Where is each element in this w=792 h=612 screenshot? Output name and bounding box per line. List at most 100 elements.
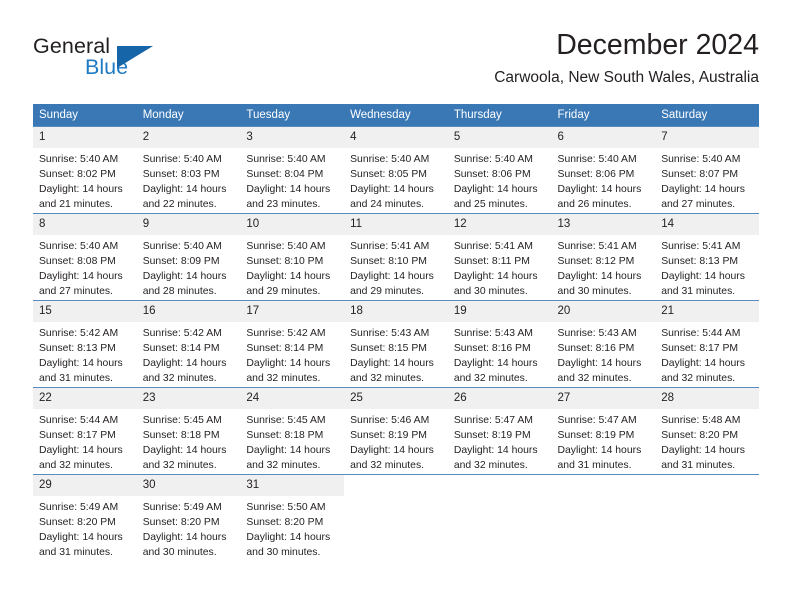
sunset-text: Sunset: 8:08 PM: [39, 256, 116, 268]
daylight-text-line1: Daylight: 14 hours: [39, 358, 123, 370]
day-number: 24: [240, 388, 345, 409]
daylight-text-line2: and 32 minutes.: [39, 460, 113, 472]
calendar-day-cell[interactable]: 6 Sunrise: 5:40 AM Sunset: 8:06 PM Daylight…: [551, 126, 656, 214]
daylight-text-line1: Daylight: 14 hours: [557, 271, 642, 283]
sunset-text: Sunset: 8:11 PM: [453, 256, 530, 268]
daylight-text-line2: and 31 minutes.: [39, 547, 113, 559]
calendar-day-cell[interactable]: 7 Sunrise: 5:40 AM Sunset: 8:07 PM Daylight…: [655, 126, 759, 214]
day-sun-info: Sunrise: 5:45 AM Sunset: 8:18 PM Daylight:…: [240, 409, 344, 473]
calendar-day-cell[interactable]: 30 Sunrise: 5:49 AM Sunset: 8:20 PM Dayligh…: [136, 474, 241, 561]
sunset-text: Sunset: 8:13 PM: [39, 343, 116, 355]
day-number: 11: [344, 214, 448, 235]
calendar-day-cell[interactable]: 11 Sunrise: 5:41 AM Sunset: 8:10 PM Dayligh…: [344, 213, 448, 301]
daylight-text-line1: Daylight: 14 hours: [142, 271, 227, 283]
day-number: 16: [136, 301, 241, 322]
day-sun-info: Sunrise: 5:46 AM Sunset: 8:19 PM Daylight:…: [344, 409, 448, 473]
daylight-text-line2: and 31 minutes.: [39, 373, 113, 385]
calendar-week-row: 29 Sunrise: 5:49 AM Sunset: 8:20 PM Dayligh…: [33, 474, 759, 561]
calendar-day-cell[interactable]: 29 Sunrise: 5:49 AM Sunset: 8:20 PM Dayligh…: [33, 474, 137, 561]
daylight-text-line1: Daylight: 14 hours: [661, 184, 745, 196]
day-number: 21: [655, 301, 759, 322]
sunset-text: Sunset: 8:14 PM: [142, 343, 220, 355]
day-sun-info: Sunrise: 5:40 AM Sunset: 8:09 PM Daylight:…: [137, 235, 241, 299]
calendar-page: General Blue December 2024 Carwoola, New…: [0, 0, 792, 612]
weekday-header-monday: Monday: [136, 104, 241, 127]
sunrise-text: Sunrise: 5:43 AM: [453, 328, 533, 339]
calendar-day-cell[interactable]: 8 Sunrise: 5:40 AM Sunset: 8:08 PM Daylight…: [33, 213, 137, 301]
day-sun-info: Sunrise: 5:47 AM Sunset: 8:19 PM Daylight:…: [448, 409, 552, 473]
sunrise-text: Sunrise: 5:45 AM: [246, 415, 326, 426]
calendar-day-cell[interactable]: 22 Sunrise: 5:44 AM Sunset: 8:17 PM Dayligh…: [33, 387, 137, 475]
calendar-day-cell[interactable]: 19 Sunrise: 5:43 AM Sunset: 8:16 PM Dayligh…: [447, 300, 552, 388]
daylight-text-line2: and 26 minutes.: [557, 199, 632, 211]
calendar-day-cell[interactable]: 1 Sunrise: 5:40 AM Sunset: 8:02 PM Daylight…: [33, 126, 137, 214]
calendar-day-cell[interactable]: 4 Sunrise: 5:40 AM Sunset: 8:05 PM Daylight…: [344, 126, 448, 214]
day-number: 15: [33, 301, 137, 322]
calendar-day-cell[interactable]: 28 Sunrise: 5:48 AM Sunset: 8:20 PM Dayligh…: [655, 387, 759, 475]
day-number: [447, 475, 552, 496]
calendar-table: Sunday Monday Tuesday Wednesday Thursday…: [33, 104, 759, 561]
title-block: December 2024 Carwoola, New South Wales,…: [494, 28, 759, 89]
calendar-day-cell[interactable]: 17 Sunrise: 5:42 AM Sunset: 8:14 PM Dayligh…: [240, 300, 345, 388]
sunset-text: Sunset: 8:04 PM: [246, 169, 324, 181]
calendar-day-cell[interactable]: 9 Sunrise: 5:40 AM Sunset: 8:09 PM Daylight…: [136, 213, 241, 301]
day-number: 2: [136, 127, 241, 148]
calendar-day-cell[interactable]: 3 Sunrise: 5:40 AM Sunset: 8:04 PM Daylight…: [240, 126, 345, 214]
day-number: 10: [240, 214, 345, 235]
day-number: 17: [240, 301, 345, 322]
daylight-text-line2: and 21 minutes.: [39, 199, 113, 211]
sunset-text: Sunset: 8:09 PM: [142, 256, 220, 268]
day-sun-info: Sunrise: 5:43 AM Sunset: 8:15 PM Daylight:…: [344, 322, 448, 386]
sunrise-text: Sunrise: 5:50 AM: [246, 502, 326, 513]
calendar-day-cell[interactable]: 2 Sunrise: 5:40 AM Sunset: 8:03 PM Daylight…: [136, 126, 241, 214]
calendar-day-cell[interactable]: 27 Sunrise: 5:47 AM Sunset: 8:19 PM Dayligh…: [551, 387, 656, 475]
calendar-day-cell[interactable]: 13 Sunrise: 5:41 AM Sunset: 8:12 PM Dayligh…: [551, 213, 656, 301]
calendar-day-cell[interactable]: 15 Sunrise: 5:42 AM Sunset: 8:13 PM Dayligh…: [33, 300, 137, 388]
calendar-day-cell-empty: [447, 474, 552, 561]
daylight-text-line2: and 32 minutes.: [246, 373, 321, 385]
sunrise-text: Sunrise: 5:44 AM: [661, 328, 741, 339]
day-sun-info: Sunrise: 5:40 AM Sunset: 8:07 PM Daylight:…: [655, 148, 759, 212]
day-sun-info: Sunrise: 5:40 AM Sunset: 8:10 PM Daylight:…: [240, 235, 344, 299]
day-sun-info: Sunrise: 5:42 AM Sunset: 8:14 PM Daylight:…: [137, 322, 241, 386]
day-sun-info: Sunrise: 5:40 AM Sunset: 8:08 PM Daylight:…: [33, 235, 137, 299]
daylight-text-line2: and 32 minutes.: [350, 460, 425, 472]
sunset-text: Sunset: 8:18 PM: [142, 430, 220, 442]
logo-text-blue: Blue: [85, 55, 129, 79]
calendar-day-cell[interactable]: 24 Sunrise: 5:45 AM Sunset: 8:18 PM Dayligh…: [240, 387, 345, 475]
sunrise-text: Sunrise: 5:41 AM: [557, 241, 637, 252]
daylight-text-line1: Daylight: 14 hours: [39, 271, 123, 283]
calendar-day-cell-empty: [655, 474, 759, 561]
calendar-day-cell[interactable]: 5 Sunrise: 5:40 AM Sunset: 8:06 PM Daylight…: [447, 126, 552, 214]
calendar-day-cell[interactable]: 31 Sunrise: 5:50 AM Sunset: 8:20 PM Dayligh…: [240, 474, 345, 561]
sunrise-text: Sunrise: 5:44 AM: [39, 415, 119, 426]
calendar-day-cell[interactable]: 16 Sunrise: 5:42 AM Sunset: 8:14 PM Dayligh…: [136, 300, 241, 388]
daylight-text-line1: Daylight: 14 hours: [661, 358, 745, 370]
daylight-text-line2: and 23 minutes.: [246, 199, 321, 211]
daylight-text-line2: and 32 minutes.: [246, 460, 321, 472]
calendar-day-cell[interactable]: 25 Sunrise: 5:46 AM Sunset: 8:19 PM Dayligh…: [344, 387, 448, 475]
daylight-text-line1: Daylight: 14 hours: [350, 445, 434, 457]
calendar-day-cell[interactable]: 26 Sunrise: 5:47 AM Sunset: 8:19 PM Dayligh…: [447, 387, 552, 475]
calendar-day-cell-empty: [344, 474, 448, 561]
calendar-day-cell[interactable]: 21 Sunrise: 5:44 AM Sunset: 8:17 PM Dayligh…: [655, 300, 759, 388]
sunrise-text: Sunrise: 5:49 AM: [39, 502, 119, 513]
daylight-text-line1: Daylight: 14 hours: [557, 184, 642, 196]
page-title: December 2024: [556, 29, 759, 61]
daylight-text-line1: Daylight: 14 hours: [246, 271, 331, 283]
calendar-day-cell[interactable]: 10 Sunrise: 5:40 AM Sunset: 8:10 PM Dayligh…: [240, 213, 345, 301]
day-number: 6: [551, 127, 656, 148]
calendar-day-cell[interactable]: 18 Sunrise: 5:43 AM Sunset: 8:15 PM Dayligh…: [344, 300, 448, 388]
sunrise-text: Sunrise: 5:41 AM: [453, 241, 533, 252]
day-sun-info: Sunrise: 5:40 AM Sunset: 8:05 PM Daylight:…: [344, 148, 448, 212]
calendar-day-cell[interactable]: 14 Sunrise: 5:41 AM Sunset: 8:13 PM Dayligh…: [655, 213, 759, 301]
daylight-text-line1: Daylight: 14 hours: [661, 445, 745, 457]
daylight-text-line2: and 27 minutes.: [39, 286, 113, 298]
daylight-text-line2: and 28 minutes.: [142, 286, 217, 298]
calendar-day-cell[interactable]: 23 Sunrise: 5:45 AM Sunset: 8:18 PM Dayligh…: [136, 387, 241, 475]
general-blue-logo[interactable]: General Blue: [33, 34, 233, 90]
calendar-day-cell[interactable]: 20 Sunrise: 5:43 AM Sunset: 8:16 PM Dayligh…: [551, 300, 656, 388]
calendar-day-cell[interactable]: 12 Sunrise: 5:41 AM Sunset: 8:11 PM Dayligh…: [447, 213, 552, 301]
day-sun-info: Sunrise: 5:40 AM Sunset: 8:03 PM Daylight:…: [137, 148, 241, 212]
sunset-text: Sunset: 8:20 PM: [39, 517, 116, 529]
